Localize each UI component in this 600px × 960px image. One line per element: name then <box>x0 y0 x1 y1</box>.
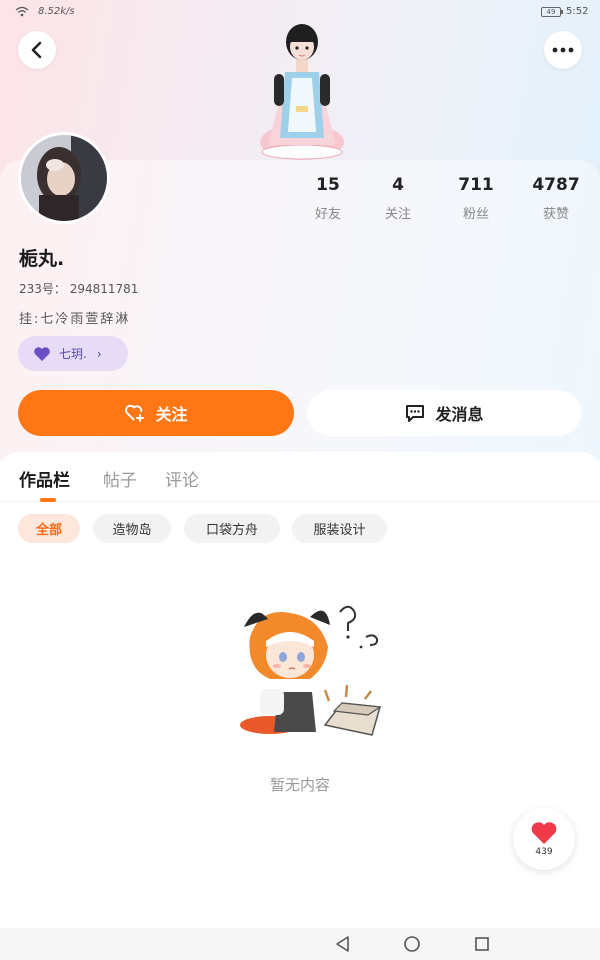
stat-label: 获赞 <box>542 207 569 222</box>
tab-comments[interactable]: 评论 <box>165 466 199 491</box>
chevron-left-icon <box>31 41 42 59</box>
stat-label: 好友 <box>314 207 341 222</box>
wifi-icon <box>15 6 29 17</box>
stat-value: 4787 <box>532 175 580 195</box>
filter-pocket-ark[interactable]: 口袋方舟 <box>184 514 280 543</box>
like-count: 439 <box>535 847 553 857</box>
empty-state-text: 暂无内容 <box>269 776 330 794</box>
send-message-button[interactable]: 发消息 <box>307 390 581 436</box>
more-dots-icon <box>552 47 574 53</box>
heart-plus-icon <box>124 403 146 423</box>
follow-label: 关注 <box>155 405 188 424</box>
nav-recents-icon[interactable] <box>473 935 491 953</box>
username: 栀丸. <box>19 248 65 270</box>
heart-icon <box>531 822 557 844</box>
stat-following[interactable]: 4 关注 <box>363 175 433 222</box>
stat-value: 15 <box>316 175 340 195</box>
stat-fans[interactable]: 711 粉丝 <box>441 175 511 222</box>
system-navigation-bar <box>0 928 600 960</box>
stat-friends[interactable]: 15 好友 <box>293 175 363 222</box>
guild-badge[interactable]: 七玥. › <box>18 336 128 371</box>
avatar-photo <box>21 135 107 221</box>
net-speed: 8.52k/s <box>38 6 75 17</box>
back-button[interactable] <box>18 31 56 69</box>
battery-icon: 49 <box>541 7 563 17</box>
tab-works[interactable]: 作品栏 <box>19 466 70 491</box>
message-label: 发消息 <box>435 405 484 424</box>
stat-label: 关注 <box>384 207 411 222</box>
tab-posts[interactable]: 帖子 <box>103 466 137 491</box>
tab-indicator <box>40 498 56 502</box>
stat-value: 4 <box>392 175 404 195</box>
content-panel: 作品栏 帖子 评论 全部 造物岛 口袋方舟 服装设计 暂无内容 <box>0 452 600 928</box>
content-tabs: 作品栏 帖子 评论 <box>0 466 600 502</box>
character-avatar-image <box>260 24 344 160</box>
stat-likes[interactable]: 4787 获赞 <box>521 175 591 222</box>
guild-name: 七玥. <box>59 347 87 361</box>
follow-button[interactable]: 关注 <box>18 390 294 436</box>
filter-all[interactable]: 全部 <box>18 514 80 543</box>
empty-state-illustration <box>240 605 382 736</box>
status-time: 5:52 <box>566 6 589 17</box>
nav-back-icon[interactable] <box>334 935 352 953</box>
stat-value: 711 <box>458 175 494 195</box>
more-options-button[interactable] <box>544 31 582 69</box>
heart-icon <box>34 346 50 361</box>
nav-home-icon[interactable] <box>403 935 421 953</box>
filter-costume-design[interactable]: 服装设计 <box>292 514 387 543</box>
chevron-right-icon: › <box>96 346 102 361</box>
stat-label: 粉丝 <box>462 207 489 222</box>
avatar[interactable] <box>18 132 110 224</box>
user-id: 233号： 294811781 <box>19 282 139 296</box>
user-signature: 挂:七冷雨萱辞淋 <box>19 312 131 327</box>
filter-creation-island[interactable]: 造物岛 <box>93 514 171 543</box>
like-button[interactable]: 439 <box>513 808 575 870</box>
chat-bubble-icon <box>404 403 426 423</box>
